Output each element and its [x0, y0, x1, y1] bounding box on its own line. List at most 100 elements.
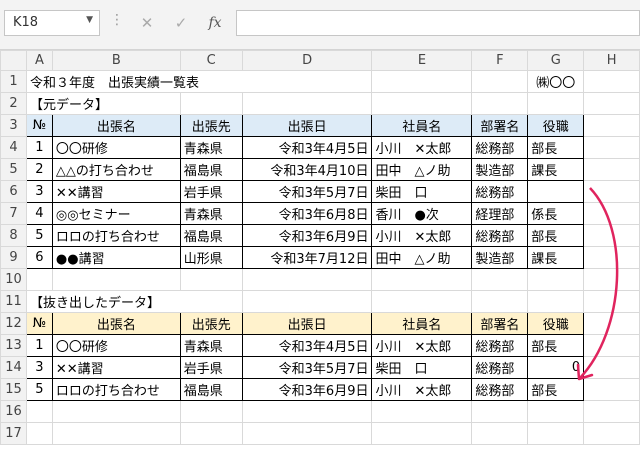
column-header[interactable]: A	[25, 50, 53, 71]
cell[interactable]: 青森県	[179, 334, 243, 357]
cell[interactable]	[583, 202, 640, 225]
cell[interactable]: 課長	[527, 158, 585, 181]
cell[interactable]	[471, 268, 529, 291]
cell[interactable]	[25, 400, 53, 423]
cell[interactable]: 6	[25, 246, 53, 269]
row-header[interactable]: 8	[0, 224, 27, 247]
cell[interactable]: 令和3年4月5日	[241, 136, 373, 159]
cell[interactable]: ●●講習	[51, 246, 181, 269]
cell[interactable]: 福島県	[179, 378, 243, 401]
cell[interactable]: 小川 ✕太郎	[371, 334, 473, 357]
cell[interactable]: 部長	[527, 334, 585, 357]
cell[interactable]: 令和3年4月10日	[241, 158, 373, 181]
cell[interactable]	[371, 268, 473, 291]
row-header[interactable]: 1	[0, 70, 27, 93]
header-cell[interactable]: 社員名	[371, 114, 473, 137]
header-cell[interactable]: 部署名	[471, 312, 529, 335]
cell[interactable]: 令和3年7月12日	[241, 246, 373, 269]
function-icon[interactable]: fx	[202, 10, 228, 36]
header-cell[interactable]: 出張先	[179, 114, 243, 137]
section-label[interactable]: 【元データ】	[25, 92, 181, 115]
column-header[interactable]: D	[241, 50, 373, 71]
cell[interactable]: 総務部	[471, 378, 529, 401]
cell[interactable]	[241, 268, 373, 291]
cell[interactable]: 製造部	[471, 246, 529, 269]
row-header[interactable]: 14	[0, 356, 27, 379]
cell[interactable]	[583, 92, 640, 115]
cell[interactable]: 総務部	[471, 180, 529, 203]
cell[interactable]	[583, 290, 640, 313]
cell[interactable]: 令和3年5月7日	[241, 356, 373, 379]
cell[interactable]: 小川 ✕太郎	[371, 378, 473, 401]
cell[interactable]: 岩手県	[179, 356, 243, 379]
cell[interactable]	[179, 400, 243, 423]
cell[interactable]: 令和3年6月9日	[241, 378, 373, 401]
cell[interactable]: 〇〇研修	[51, 334, 181, 357]
cell[interactable]	[471, 422, 529, 445]
header-cell[interactable]: 部署名	[471, 114, 529, 137]
cell[interactable]: 令和3年4月5日	[241, 334, 373, 357]
row-header[interactable]: 15	[0, 378, 27, 401]
cell[interactable]: 3	[25, 180, 53, 203]
cell[interactable]	[471, 290, 529, 313]
row-header[interactable]: 5	[0, 158, 27, 181]
cell[interactable]	[527, 422, 585, 445]
cell[interactable]	[583, 312, 640, 335]
cell[interactable]	[371, 422, 473, 445]
header-cell[interactable]: 出張日	[241, 114, 373, 137]
cell[interactable]	[527, 92, 585, 115]
cell[interactable]	[179, 92, 243, 115]
cell[interactable]	[471, 70, 529, 93]
header-cell[interactable]: 役職	[527, 114, 585, 137]
header-cell[interactable]: №	[25, 114, 53, 137]
cell[interactable]: 部長	[527, 378, 585, 401]
row-header[interactable]: 11	[0, 290, 27, 313]
row-header[interactable]: 13	[0, 334, 27, 357]
company-cell[interactable]: ㈱〇〇	[527, 70, 585, 93]
cell[interactable]	[583, 158, 640, 181]
cell[interactable]	[371, 290, 473, 313]
cell[interactable]: 青森県	[179, 202, 243, 225]
row-header[interactable]: 2	[0, 92, 27, 115]
cell[interactable]: 1	[25, 334, 53, 357]
cell[interactable]: 部長	[527, 136, 585, 159]
cell[interactable]: 柴田 口	[371, 180, 473, 203]
cell[interactable]: 総務部	[471, 334, 529, 357]
header-cell[interactable]: 出張先	[179, 312, 243, 335]
cell[interactable]	[51, 422, 181, 445]
chevron-down-icon[interactable]: ▼	[86, 15, 93, 25]
cell[interactable]: 令和3年5月7日	[241, 180, 373, 203]
cell[interactable]	[51, 400, 181, 423]
column-header[interactable]: B	[51, 50, 181, 71]
header-cell[interactable]: 社員名	[371, 312, 473, 335]
cell[interactable]: 小川 ✕太郎	[371, 224, 473, 247]
cell[interactable]	[25, 422, 53, 445]
cell[interactable]	[471, 400, 529, 423]
header-cell[interactable]: 出張名	[51, 114, 181, 137]
row-header[interactable]: 9	[0, 246, 27, 269]
row-header[interactable]: 6	[0, 180, 27, 203]
cell[interactable]: 部長	[527, 224, 585, 247]
cell[interactable]: 3	[25, 356, 53, 379]
cell[interactable]: 福島県	[179, 158, 243, 181]
cell[interactable]: 5	[25, 378, 53, 401]
cell[interactable]: ロロの打ち合わせ	[51, 224, 181, 247]
cell[interactable]: 係長	[527, 202, 585, 225]
cell[interactable]	[583, 70, 640, 93]
cell[interactable]: 経理部	[471, 202, 529, 225]
cell[interactable]: 総務部	[471, 224, 529, 247]
cell[interactable]	[527, 180, 585, 203]
cell[interactable]	[471, 92, 529, 115]
cell[interactable]: 山形県	[179, 246, 243, 269]
column-header[interactable]: C	[179, 50, 243, 71]
cell[interactable]	[51, 268, 181, 291]
cell[interactable]: 令和3年6月9日	[241, 224, 373, 247]
cell[interactable]	[371, 92, 473, 115]
cell[interactable]	[179, 422, 243, 445]
cell[interactable]: 田中 △ノ助	[371, 246, 473, 269]
row-header[interactable]: 7	[0, 202, 27, 225]
cell[interactable]	[583, 334, 640, 357]
cell[interactable]: ✕✕講習	[51, 356, 181, 379]
cell[interactable]: 総務部	[471, 356, 529, 379]
cell[interactable]: 製造部	[471, 158, 529, 181]
